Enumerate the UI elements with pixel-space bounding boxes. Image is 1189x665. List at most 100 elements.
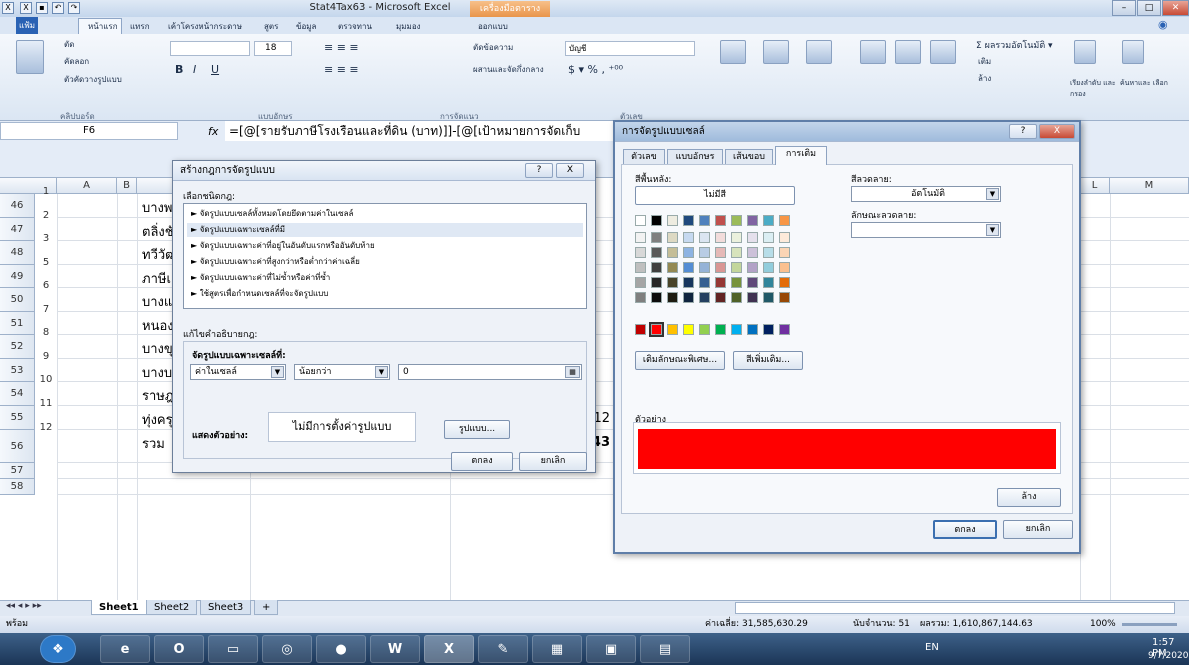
district-cell[interactable]: ตลิ่งชั [142, 221, 174, 242]
district-cell[interactable]: บางพ [142, 197, 174, 218]
align-top-icon[interactable]: ≡ ≡ ≡ [324, 41, 359, 54]
color-swatch[interactable] [779, 232, 790, 243]
chrome-icon[interactable]: ◎ [262, 635, 312, 663]
color-swatch[interactable] [651, 215, 662, 226]
clear-button[interactable]: ล้าง [997, 488, 1061, 507]
color-swatch[interactable] [651, 232, 662, 243]
tab-design[interactable]: ออกแบบ [478, 20, 508, 33]
cell-styles-icon[interactable] [806, 40, 832, 64]
format-button[interactable]: รูปแบบ... [444, 420, 510, 439]
help-button[interactable]: ? [525, 163, 553, 178]
tab-file[interactable]: แฟ้ม [16, 17, 38, 34]
color-swatch[interactable] [779, 292, 790, 303]
color-swatch[interactable] [731, 292, 742, 303]
color-swatch[interactable] [747, 292, 758, 303]
column-header-c[interactable] [137, 178, 177, 194]
image-viewer-icon[interactable]: ▣ [586, 635, 636, 663]
delete-cells-icon[interactable] [895, 40, 921, 64]
fx-icon[interactable]: fx [208, 125, 218, 138]
color-swatch[interactable] [715, 215, 726, 226]
color-swatch[interactable] [715, 292, 726, 303]
color-swatch[interactable] [731, 262, 742, 273]
calculator-icon[interactable]: ▦ [532, 635, 582, 663]
currency-icon[interactable]: $ ▾ % , ⁺⁰⁰ [568, 63, 623, 76]
cancel-button[interactable]: ยกเลิก [1003, 520, 1073, 539]
zoom-slider[interactable] [1122, 623, 1177, 626]
color-swatch[interactable] [699, 247, 710, 258]
tab-page-layout[interactable]: เค้าโครงหน้ากระดาษ [168, 20, 242, 33]
paste-icon[interactable] [16, 40, 44, 74]
ok-button[interactable]: ตกลง [933, 520, 997, 539]
format-cells-icon[interactable] [930, 40, 956, 64]
start-button[interactable]: ❖ [40, 635, 76, 663]
copy-button[interactable]: คัดลอก [64, 55, 89, 68]
pattern-style-select[interactable]: ▼ [851, 222, 1001, 238]
color-swatch[interactable] [747, 215, 758, 226]
sort-filter-icon[interactable] [1074, 40, 1096, 64]
find-select-icon[interactable] [1122, 40, 1144, 64]
format-tab[interactable]: แบบอักษร [667, 149, 723, 164]
font-name-box[interactable] [170, 41, 250, 56]
color-swatch[interactable] [635, 232, 646, 243]
color-swatch[interactable] [667, 324, 678, 335]
format-tab[interactable]: เส้นขอบ [725, 149, 773, 164]
folder-icon[interactable]: ▭ [208, 635, 258, 663]
cancel-button[interactable]: ยกเลิก [519, 452, 587, 471]
ie-icon[interactable]: e [100, 635, 150, 663]
row-header-outer[interactable]: 11 [35, 398, 57, 409]
sheet-nav-icon[interactable]: ◂◂ ◂ ▸ ▸▸ [6, 601, 42, 611]
conditional-format-icon[interactable] [720, 40, 746, 64]
color-swatch[interactable] [635, 262, 646, 273]
color-swatch[interactable] [635, 215, 646, 226]
condition-type-select[interactable]: ค่าในเซลล์ ▼ [190, 364, 286, 380]
color-swatch[interactable] [667, 262, 678, 273]
color-swatch[interactable] [649, 322, 664, 337]
color-swatch[interactable] [683, 215, 694, 226]
color-swatch[interactable] [715, 277, 726, 288]
language-indicator[interactable]: EN [925, 642, 939, 653]
color-swatch[interactable] [667, 292, 678, 303]
color-swatch[interactable] [651, 247, 662, 258]
color-swatch[interactable] [667, 277, 678, 288]
rule-type-item[interactable]: ► จัดรูปแบบเฉพาะค่าที่สูงกว่าหรือต่ำกว่า… [187, 255, 583, 269]
district-cell[interactable]: รวม [142, 433, 174, 454]
color-swatch[interactable] [699, 324, 710, 335]
color-swatch[interactable] [779, 277, 790, 288]
color-swatch[interactable] [635, 277, 646, 288]
district-cell[interactable]: หนอง [142, 315, 174, 336]
color-swatch[interactable] [763, 262, 774, 273]
row-header-outer[interactable]: 10 [35, 374, 57, 385]
row-header[interactable]: 56 [0, 429, 35, 463]
outlook-icon[interactable]: O [154, 635, 204, 663]
color-swatch[interactable] [779, 215, 790, 226]
color-swatch[interactable] [747, 277, 758, 288]
color-swatch[interactable] [699, 292, 710, 303]
number-format-box[interactable]: บัญชี [565, 41, 695, 56]
tab-insert[interactable]: แทรก [130, 20, 150, 33]
tab-review[interactable]: ตรวจทาน [338, 20, 372, 33]
close-button[interactable]: X [1039, 124, 1075, 139]
color-swatch[interactable] [731, 247, 742, 258]
tab-sheet3[interactable]: Sheet3 [200, 600, 252, 615]
color-swatch[interactable] [667, 215, 678, 226]
fill-button[interactable]: เติม [978, 55, 991, 68]
district-cell[interactable]: ราษฎ [142, 385, 174, 406]
color-swatch[interactable] [747, 324, 758, 335]
rule-type-item[interactable]: ► จัดรูปแบบเฉพาะเซลล์ที่มี [187, 223, 583, 237]
color-swatch[interactable] [651, 292, 662, 303]
color-swatch[interactable] [747, 247, 758, 258]
firefox-icon[interactable]: ● [316, 635, 366, 663]
color-swatch[interactable] [715, 262, 726, 273]
color-swatch[interactable] [763, 247, 774, 258]
district-cell[interactable]: บางบ [142, 362, 174, 383]
column-header-a[interactable]: A [57, 178, 117, 194]
color-swatch[interactable] [635, 292, 646, 303]
excel-taskbar-icon[interactable]: X [424, 635, 474, 663]
color-swatch[interactable] [763, 277, 774, 288]
tab-view[interactable]: มุมมอง [396, 20, 421, 33]
condition-value-input[interactable]: 0 ▦ [398, 364, 582, 380]
color-swatch[interactable] [635, 324, 646, 335]
rule-type-list[interactable]: ► จัดรูปแบบเซลล์ทั้งหมดโดยยึดตามค่าในเซล… [183, 203, 587, 309]
help-button[interactable]: ? [1009, 124, 1037, 139]
row-header-outer[interactable]: 12 [35, 422, 57, 433]
